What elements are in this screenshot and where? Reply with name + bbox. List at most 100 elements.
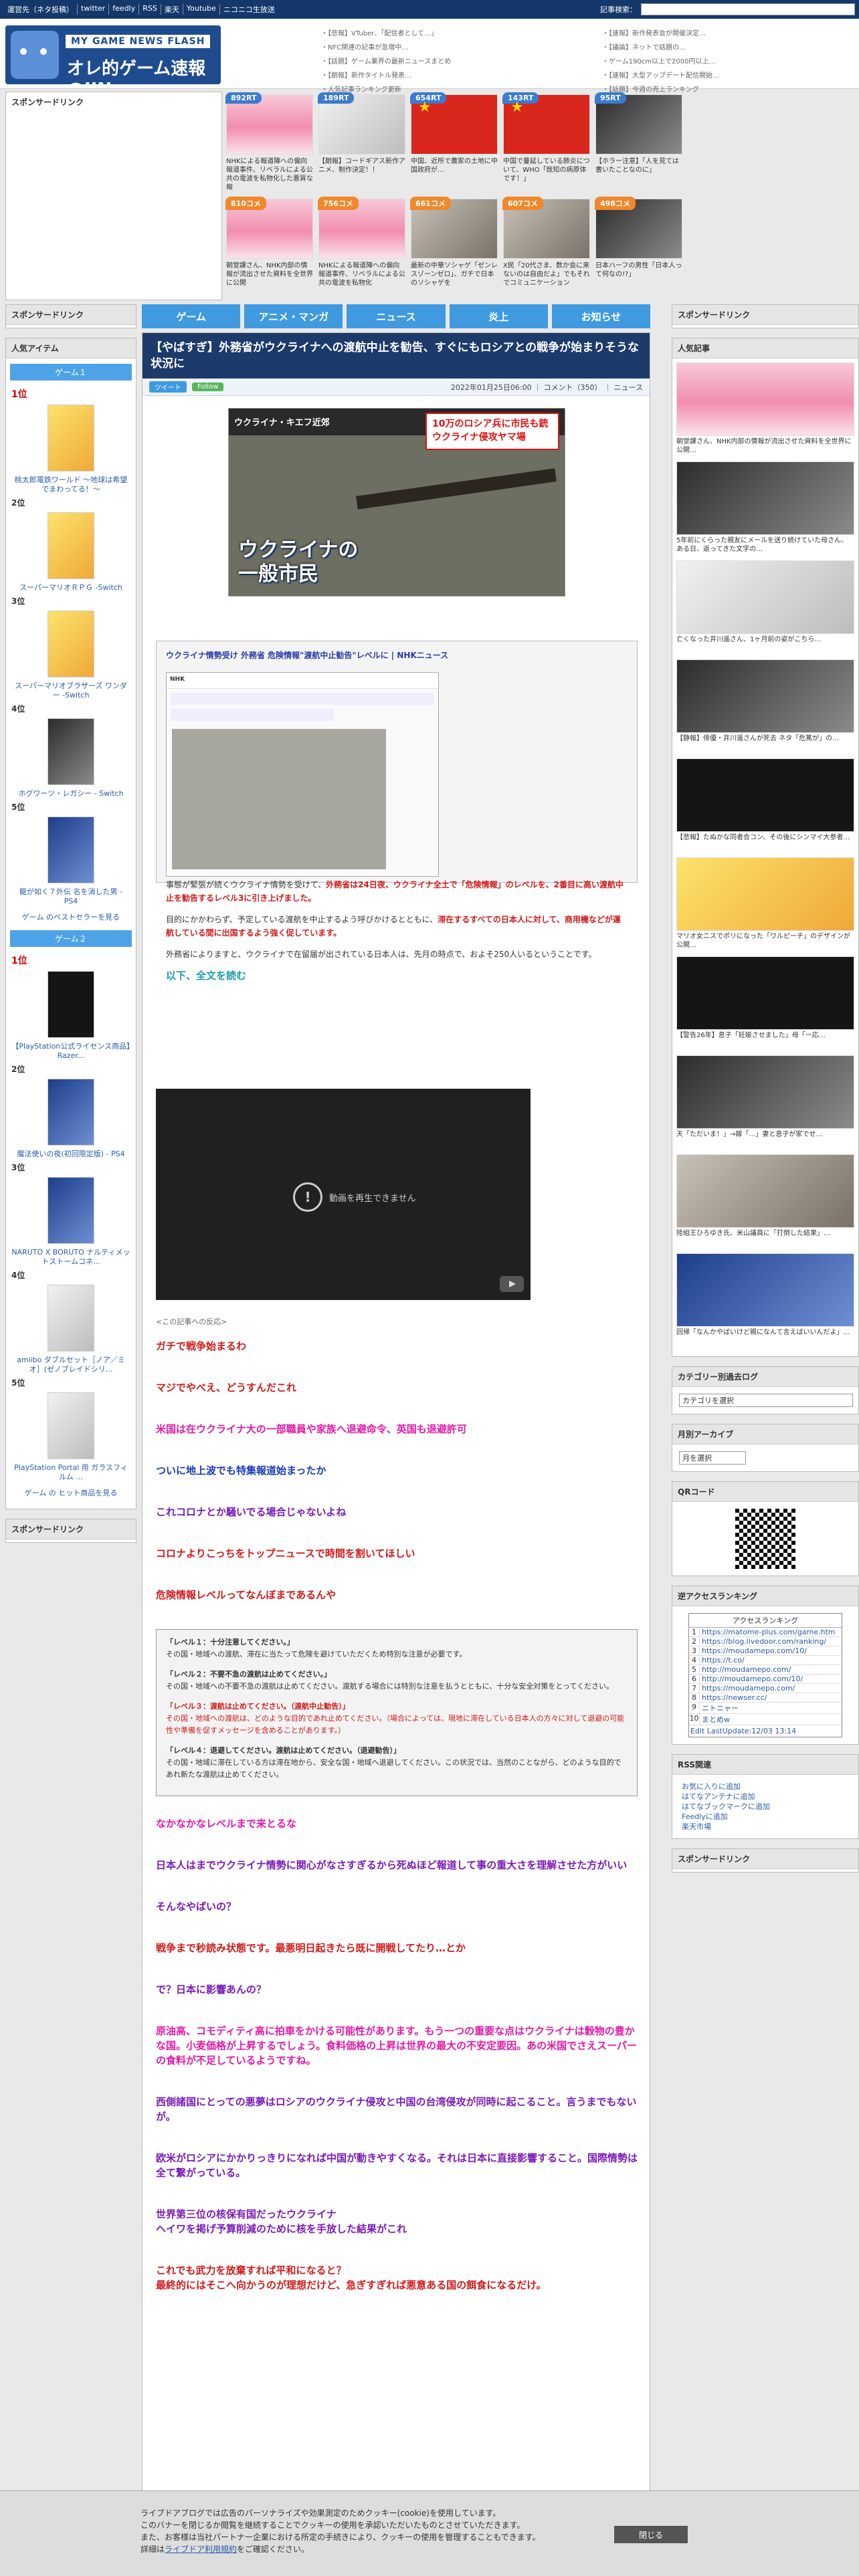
- popular-article-caption[interactable]: 回帰「なんかやばいけど親になんて言えばいいんだよ」…: [676, 1328, 854, 1346]
- header-link[interactable]: 【悲報】VTuber、「配信者として…」: [321, 27, 451, 41]
- thumbnail-card[interactable]: 810コメ 朝堂課さん、NHK内部の情報が流出させた資料を全世界に公開: [225, 197, 313, 299]
- thumbnail-image[interactable]: 498コメ: [595, 197, 682, 259]
- product-image[interactable]: [47, 1177, 94, 1244]
- header-link[interactable]: 【話題】ゲーム業界の最新ニュースまとめ: [321, 55, 451, 69]
- nav-tab-2[interactable]: ニュース: [347, 304, 446, 328]
- thumbnail-caption[interactable]: 朝堂課さん、NHK内部の情報が流出させた資料を全世界に公開: [226, 261, 313, 296]
- product-image[interactable]: [47, 971, 94, 1038]
- popular-article-caption[interactable]: 亡くなった井川遥さん、1ヶ月前の姿がこちら…: [676, 635, 854, 653]
- access-link[interactable]: ニトニャー: [700, 1703, 739, 1713]
- game2-more-link[interactable]: ゲーム の ヒット商品を見る: [6, 1487, 136, 1499]
- top-link-4[interactable]: 楽天: [161, 4, 183, 15]
- access-link[interactable]: https://moudamepo.com/: [700, 1684, 795, 1693]
- thumbnail-caption[interactable]: X民「20代さま、数か会に来ないのは自由だよ」でもそれでコミュニケーション: [503, 261, 590, 296]
- thumbnail-caption[interactable]: 日本ハーフの男性「日本人って何なの!?」: [595, 261, 682, 296]
- rss-link[interactable]: Feedlyに追加: [682, 1812, 849, 1822]
- video-player[interactable]: ! 動画を再生できません: [156, 1089, 531, 1300]
- thumbnail-caption[interactable]: 【ホラー注意】「人を見ては書いたことなのに」: [595, 157, 682, 192]
- popular-article-image[interactable]: [676, 956, 854, 1030]
- thumbnail-image[interactable]: 607コメ: [502, 197, 590, 259]
- follow-button[interactable]: Follow: [192, 383, 224, 391]
- thumbnail-card[interactable]: 892RT NHKによる報道陣への偏向報道事件、リベラルによる公共の電波を私物化し…: [225, 92, 313, 195]
- popular-article-caption[interactable]: 5年前にくらった親友にメールを送り続けていた母さん、ある日、返ってきた文字の…: [676, 536, 854, 554]
- search-input[interactable]: [641, 3, 855, 15]
- product-image[interactable]: [47, 1392, 94, 1459]
- popular-article[interactable]: 【警告26年】息子「妊娠させました」母「一応…: [676, 956, 854, 1049]
- thumbnail-image[interactable]: 892RT: [225, 92, 313, 154]
- rss-link[interactable]: はてなアンテナに追加: [682, 1792, 849, 1802]
- rss-link[interactable]: はてなブックマークに追加: [682, 1802, 849, 1812]
- product-name[interactable]: amiibo ダブルセット［ノア／ミオ］(ゼノブレイドシリ...: [6, 1354, 136, 1376]
- popular-article[interactable]: 陸組王ひろゆき氏、米山議員に「打倒した結果」…: [676, 1154, 854, 1247]
- access-link[interactable]: https://newser.cc/: [700, 1693, 767, 1702]
- thumbnail-image[interactable]: 756コメ: [318, 197, 405, 259]
- top-link-3[interactable]: RSS: [139, 4, 161, 15]
- cookie-close-button[interactable]: 閉じる: [614, 2526, 688, 2543]
- popular-article[interactable]: 天「ただいま！」→嫁「…」妻と息子が家でせ…: [676, 1055, 854, 1148]
- product-image[interactable]: [47, 1079, 94, 1146]
- product-name[interactable]: PlayStation Portal 用 ガラスフィルム ...: [6, 1462, 136, 1483]
- rss-link[interactable]: 楽天市場: [682, 1822, 849, 1832]
- thumbnail-caption[interactable]: NHKによる報道陣への偏向報道事件、リベラルによる公共の電波を私物化: [318, 261, 405, 296]
- terms-link[interactable]: ライブドア利用規約: [165, 2545, 237, 2554]
- access-link[interactable]: まとめw: [700, 1714, 730, 1725]
- popular-article[interactable]: 亡くなった井川遥さん、1ヶ月前の姿がこちら…: [676, 560, 854, 653]
- product-name[interactable]: 魔法使いの夜(初回限定版) - PS4: [6, 1148, 136, 1160]
- top-link-5[interactable]: Youtube: [183, 4, 220, 15]
- header-link[interactable]: NFC関連の記事が急増中…: [321, 41, 451, 55]
- product-name[interactable]: スーパーマリオブラザーズ ワンダー -Switch: [6, 680, 136, 702]
- nav-tab-3[interactable]: 炎上: [449, 304, 548, 328]
- access-link[interactable]: https://moudamepo.com/10/: [700, 1646, 807, 1655]
- popular-article-image[interactable]: [676, 362, 854, 436]
- quote-title-link[interactable]: ウクライナ情勢受け 外務省 危険情報"渡航中止勧告"レベルに | NHKニュース: [166, 649, 628, 661]
- product-image[interactable]: [47, 405, 94, 471]
- thumbnail-image[interactable]: 654RT: [410, 92, 498, 154]
- thumbnail-image[interactable]: 810コメ: [225, 197, 313, 259]
- product-image[interactable]: [47, 512, 94, 579]
- popular-article-image[interactable]: [676, 461, 854, 535]
- product-name[interactable]: スーパーマリオＲＰＧ -Switch: [6, 582, 136, 594]
- access-link[interactable]: http://moudamepo.com/10/: [700, 1675, 803, 1683]
- rss-link[interactable]: お気に入りに追加: [682, 1782, 849, 1792]
- thumbnail-image[interactable]: 661コメ: [410, 197, 498, 259]
- thumbnail-card[interactable]: 498コメ 日本ハーフの男性「日本人って何なの!?」: [595, 197, 682, 299]
- article-title[interactable]: 【やばすぎ】外務省がウクライナへの渡航中止を勧告、すぐにもロシアとの戦争が始まり…: [142, 333, 650, 379]
- product-image[interactable]: [47, 611, 94, 677]
- product-name[interactable]: 【PlayStation公式ライセンス商品】Razer...: [6, 1041, 136, 1062]
- popular-article-caption[interactable]: 陸組王ひろゆき氏、米山議員に「打倒した結果」…: [676, 1229, 854, 1247]
- thumbnail-card[interactable]: 607コメ X民「20代さま、数か会に来ないのは自由だよ」でもそれでコミュニケーシ…: [502, 197, 590, 299]
- category-select[interactable]: カテゴリを選択: [679, 1394, 853, 1407]
- popular-article-image[interactable]: [676, 857, 854, 931]
- thumbnail-image[interactable]: 143RT: [502, 92, 590, 154]
- access-link[interactable]: https://t.co/: [700, 1656, 745, 1665]
- archive-select[interactable]: 月を選択: [679, 1451, 746, 1465]
- thumbnail-image[interactable]: 95RT: [595, 92, 682, 154]
- popular-article[interactable]: 【静報】俳優・井川遥さんが死去 ネタ「危篤が」の…: [676, 659, 854, 752]
- header-link[interactable]: 【議論】ネットで話題の…: [602, 41, 719, 55]
- popular-article[interactable]: 朝堂課さん、NHK内部の情報が流出させた資料を全世界に公開…: [676, 362, 854, 455]
- youtube-icon[interactable]: [500, 1276, 524, 1292]
- popular-article[interactable]: 【悲報】たぬかな同者合コン、その後にシンマイ大参者…: [676, 758, 854, 851]
- popular-article[interactable]: 回帰「なんかやばいけど親になんて言えばいいんだよ」…: [676, 1253, 854, 1346]
- game1-more-link[interactable]: ゲーム のベストセラーを見る: [6, 911, 136, 924]
- header-link[interactable]: 【速報】大型アップデート配信開始…: [602, 69, 719, 83]
- thumbnail-card[interactable]: 189RT 【朗報】コードギアス新作アニメ、制作決定！！: [318, 92, 405, 195]
- top-link-6[interactable]: ニコニコ生放送: [220, 4, 278, 15]
- popular-article-caption[interactable]: 朝堂課さん、NHK内部の情報が流出させた資料を全世界に公開…: [676, 437, 854, 455]
- thumbnail-card[interactable]: 756コメ NHKによる報道陣への偏向報道事件、リベラルによる公共の電波を私物化: [318, 197, 405, 299]
- top-link-1[interactable]: twitter: [78, 4, 110, 15]
- product-image[interactable]: [47, 817, 94, 883]
- product-name[interactable]: 桃太郎電鉄ワールド ～地球は希望でまわってる！～: [6, 474, 136, 496]
- thumbnail-caption[interactable]: NHKによる報道陣への偏向報道事件、リベラルによる公共の電波を私物化した悪質な報: [226, 157, 313, 192]
- top-link-0[interactable]: 運営先（ネタ投稿）: [4, 4, 78, 15]
- product-image[interactable]: [47, 1285, 94, 1352]
- header-link[interactable]: ゲーム190cm以上で2000円以上…: [602, 55, 719, 69]
- popular-article-image[interactable]: [676, 659, 854, 733]
- access-link[interactable]: http://moudamepo.com/: [700, 1665, 791, 1674]
- popular-article-image[interactable]: [676, 560, 854, 634]
- header-link[interactable]: 【朗報】新作タイトル発表…: [321, 69, 451, 83]
- popular-article[interactable]: マリオ女ニスでポリになった「ワルピーチ」のデザインが公開…: [676, 857, 854, 950]
- access-link[interactable]: https://blog.livedoor.com/ranking/: [700, 1637, 826, 1646]
- thumbnail-image[interactable]: 189RT: [318, 92, 405, 154]
- thumbnail-card[interactable]: 661コメ 最新の中華ソシャゲ「ゼンレスゾーンゼロ」、ガチで日本のソシャゲを: [410, 197, 498, 299]
